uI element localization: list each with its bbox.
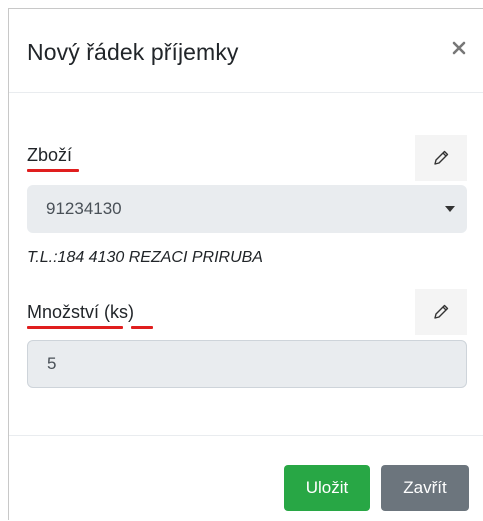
modal-header: Nový řádek příjemky: [9, 9, 483, 93]
pencil-icon: [434, 150, 449, 165]
close-icon[interactable]: [447, 36, 471, 60]
save-button[interactable]: Uložit: [284, 465, 370, 511]
item-label: Zboží: [27, 145, 73, 165]
pencil-icon: [434, 304, 449, 319]
item-select[interactable]: 91234130: [27, 185, 467, 233]
spellcheck-underline: [27, 169, 79, 172]
edit-item-button[interactable]: [415, 135, 467, 181]
spellcheck-underline: [131, 326, 153, 329]
close-button[interactable]: Zavřít: [381, 465, 469, 511]
quantity-label: Množství (ks): [27, 302, 135, 322]
caret-down-icon: [445, 206, 455, 212]
new-receipt-line-dialog: Nový řádek příjemky Zboží 91234130 T.L.:…: [8, 8, 483, 520]
modal-title: Nový řádek příjemky: [27, 39, 239, 65]
edit-quantity-button[interactable]: [415, 289, 467, 335]
modal-body: Zboží 91234130 T.L.:184 4130 REZACI PRIR…: [9, 93, 483, 435]
item-select-value: 91234130: [46, 199, 122, 218]
quantity-input[interactable]: 5: [27, 340, 467, 388]
item-description: T.L.:184 4130 REZACI PRIRUBA: [27, 249, 263, 266]
modal-footer: Uložit Zavřít: [9, 435, 483, 521]
spellcheck-underline: [27, 326, 123, 329]
